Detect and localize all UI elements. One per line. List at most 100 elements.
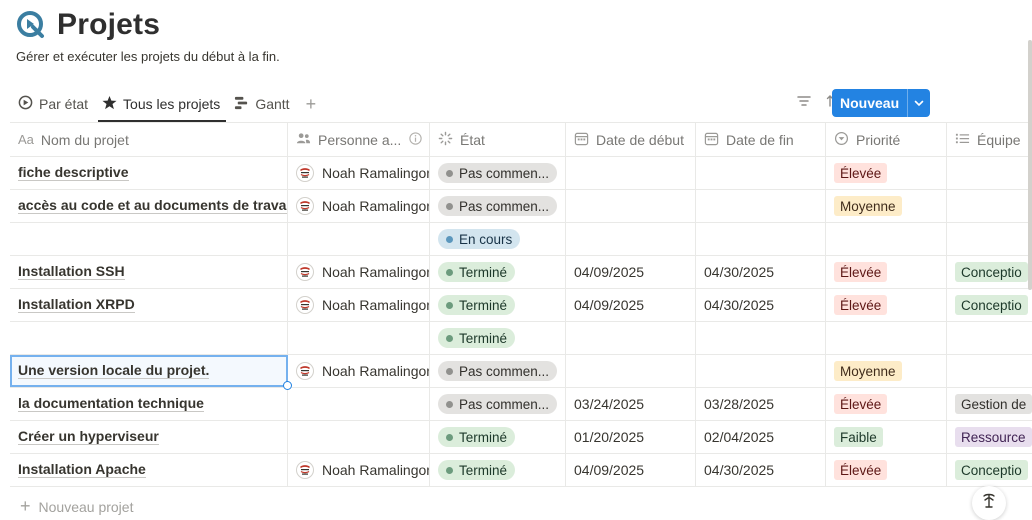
end-date-cell[interactable]: 04/30/2025: [696, 289, 826, 321]
status-cell[interactable]: Terminé: [430, 289, 566, 321]
start-date-cell[interactable]: 03/24/2025: [566, 388, 696, 420]
project-name-cell[interactable]: [10, 322, 288, 354]
column-header-end-date[interactable]: Date de fin: [696, 123, 826, 156]
status-cell[interactable]: Terminé: [430, 454, 566, 486]
end-date-cell[interactable]: [696, 322, 826, 354]
project-name[interactable]: Installation SSH: [18, 264, 125, 280]
column-header-team[interactable]: Équipe: [947, 123, 1032, 156]
column-header-status[interactable]: État: [430, 123, 566, 156]
team-cell[interactable]: [947, 157, 1032, 189]
project-name[interactable]: Installation XRPD: [18, 297, 135, 313]
help-button[interactable]: [972, 486, 1006, 520]
start-date-cell[interactable]: [566, 355, 696, 387]
start-date-cell[interactable]: [566, 157, 696, 189]
status-cell[interactable]: Terminé: [430, 421, 566, 453]
column-header-name[interactable]: Aa Nom du projet: [10, 123, 288, 156]
tab-par-etat[interactable]: Par état: [18, 88, 88, 120]
person-cell[interactable]: Noah Ramalingon: [288, 355, 430, 387]
team-cell[interactable]: [947, 355, 1032, 387]
team-cell[interactable]: [947, 322, 1032, 354]
end-date-cell[interactable]: 04/30/2025: [696, 256, 826, 288]
add-view-icon[interactable]: +: [306, 94, 317, 115]
start-date-cell[interactable]: [566, 223, 696, 255]
resize-handle[interactable]: [283, 381, 292, 390]
person-cell[interactable]: [288, 421, 430, 453]
project-name-cell[interactable]: Installation Apache: [10, 454, 288, 486]
start-date-cell[interactable]: 01/20/2025: [566, 421, 696, 453]
end-date-cell[interactable]: [696, 157, 826, 189]
status-cell[interactable]: Pas commen...: [430, 355, 566, 387]
status-cell[interactable]: Pas commen...: [430, 157, 566, 189]
start-date-cell[interactable]: [566, 322, 696, 354]
status-cell[interactable]: Pas commen...: [430, 190, 566, 222]
project-name-cell[interactable]: [10, 223, 288, 255]
priority-badge: Faible: [834, 427, 883, 447]
team-cell[interactable]: Gestion de: [947, 388, 1032, 420]
new-project-row[interactable]: + Nouveau projet: [20, 496, 133, 517]
end-date-cell[interactable]: [696, 190, 826, 222]
start-date-cell[interactable]: 04/09/2025: [566, 256, 696, 288]
team-cell[interactable]: Ressource: [947, 421, 1032, 453]
person-cell[interactable]: Noah Ramalingon: [288, 157, 430, 189]
chevron-down-icon[interactable]: [908, 89, 930, 117]
project-name[interactable]: fiche descriptive: [18, 165, 129, 181]
new-button[interactable]: Nouveau: [832, 89, 909, 117]
priority-cell[interactable]: Élevée: [826, 454, 947, 486]
team-cell[interactable]: [947, 223, 1032, 255]
team-cell[interactable]: Conceptio: [947, 289, 1032, 321]
team-cell[interactable]: [947, 190, 1032, 222]
end-date-cell[interactable]: 04/30/2025: [696, 454, 826, 486]
project-name[interactable]: la documentation technique: [18, 396, 204, 412]
filter-icon[interactable]: [796, 93, 812, 109]
project-name[interactable]: accès au code et au documents de travail: [18, 198, 287, 214]
person-cell[interactable]: [288, 223, 430, 255]
status-cell[interactable]: En cours: [430, 223, 566, 255]
person-cell[interactable]: [288, 388, 430, 420]
start-date: 01/20/2025: [574, 429, 645, 445]
team-cell[interactable]: Conceptio: [947, 256, 1032, 288]
person-cell[interactable]: [288, 322, 430, 354]
end-date: 03/28/2025: [704, 396, 775, 412]
end-date-cell[interactable]: [696, 223, 826, 255]
priority-cell[interactable]: Élevée: [826, 289, 947, 321]
person-cell[interactable]: Noah Ramalingon: [288, 256, 430, 288]
project-name[interactable]: Installation Apache: [18, 462, 146, 478]
start-date-cell[interactable]: 04/09/2025: [566, 454, 696, 486]
person-cell[interactable]: Noah Ramalingon: [288, 289, 430, 321]
priority-cell[interactable]: Élevée: [826, 256, 947, 288]
tab-tous-les-projets[interactable]: Tous les projets: [98, 88, 227, 122]
person-cell[interactable]: Noah Ramalingon: [288, 190, 430, 222]
project-name-cell[interactable]: Une version locale du projet.: [10, 355, 288, 387]
status-cell[interactable]: Terminé: [430, 322, 566, 354]
project-name-cell[interactable]: accès au code et au documents de travail: [10, 190, 288, 222]
person-cell[interactable]: Noah Ramalingon: [288, 454, 430, 486]
project-name-cell[interactable]: la documentation technique: [10, 388, 288, 420]
priority-cell[interactable]: Faible: [826, 421, 947, 453]
project-name[interactable]: Une version locale du projet.: [18, 363, 210, 379]
project-name-cell[interactable]: Installation SSH: [10, 256, 288, 288]
tab-gantt[interactable]: Gantt: [234, 88, 290, 120]
priority-cell[interactable]: Élevée: [826, 388, 947, 420]
priority-cell[interactable]: Moyenne: [826, 190, 947, 222]
team-cell[interactable]: Conceptio: [947, 454, 1032, 486]
start-date-cell[interactable]: [566, 190, 696, 222]
end-date-cell[interactable]: [696, 355, 826, 387]
column-header-person[interactable]: Personne a...: [288, 123, 430, 156]
priority-cell[interactable]: [826, 322, 947, 354]
priority-cell[interactable]: [826, 223, 947, 255]
status-label: Terminé: [459, 297, 508, 313]
project-name-cell[interactable]: Installation XRPD: [10, 289, 288, 321]
project-name-cell[interactable]: Créer un hyperviseur: [10, 421, 288, 453]
column-header-priority[interactable]: Priorité: [826, 123, 947, 156]
end-date-cell[interactable]: 02/04/2025: [696, 421, 826, 453]
start-date-cell[interactable]: 04/09/2025: [566, 289, 696, 321]
project-name-cell[interactable]: fiche descriptive: [10, 157, 288, 189]
status-cell[interactable]: Terminé: [430, 256, 566, 288]
priority-cell[interactable]: Moyenne: [826, 355, 947, 387]
column-header-start-date[interactable]: Date de début: [566, 123, 696, 156]
end-date-cell[interactable]: 03/28/2025: [696, 388, 826, 420]
project-name[interactable]: Créer un hyperviseur: [18, 429, 159, 445]
status-cell[interactable]: Pas commen...: [430, 388, 566, 420]
vertical-scrollbar[interactable]: [1028, 40, 1032, 290]
priority-cell[interactable]: Élevée: [826, 157, 947, 189]
